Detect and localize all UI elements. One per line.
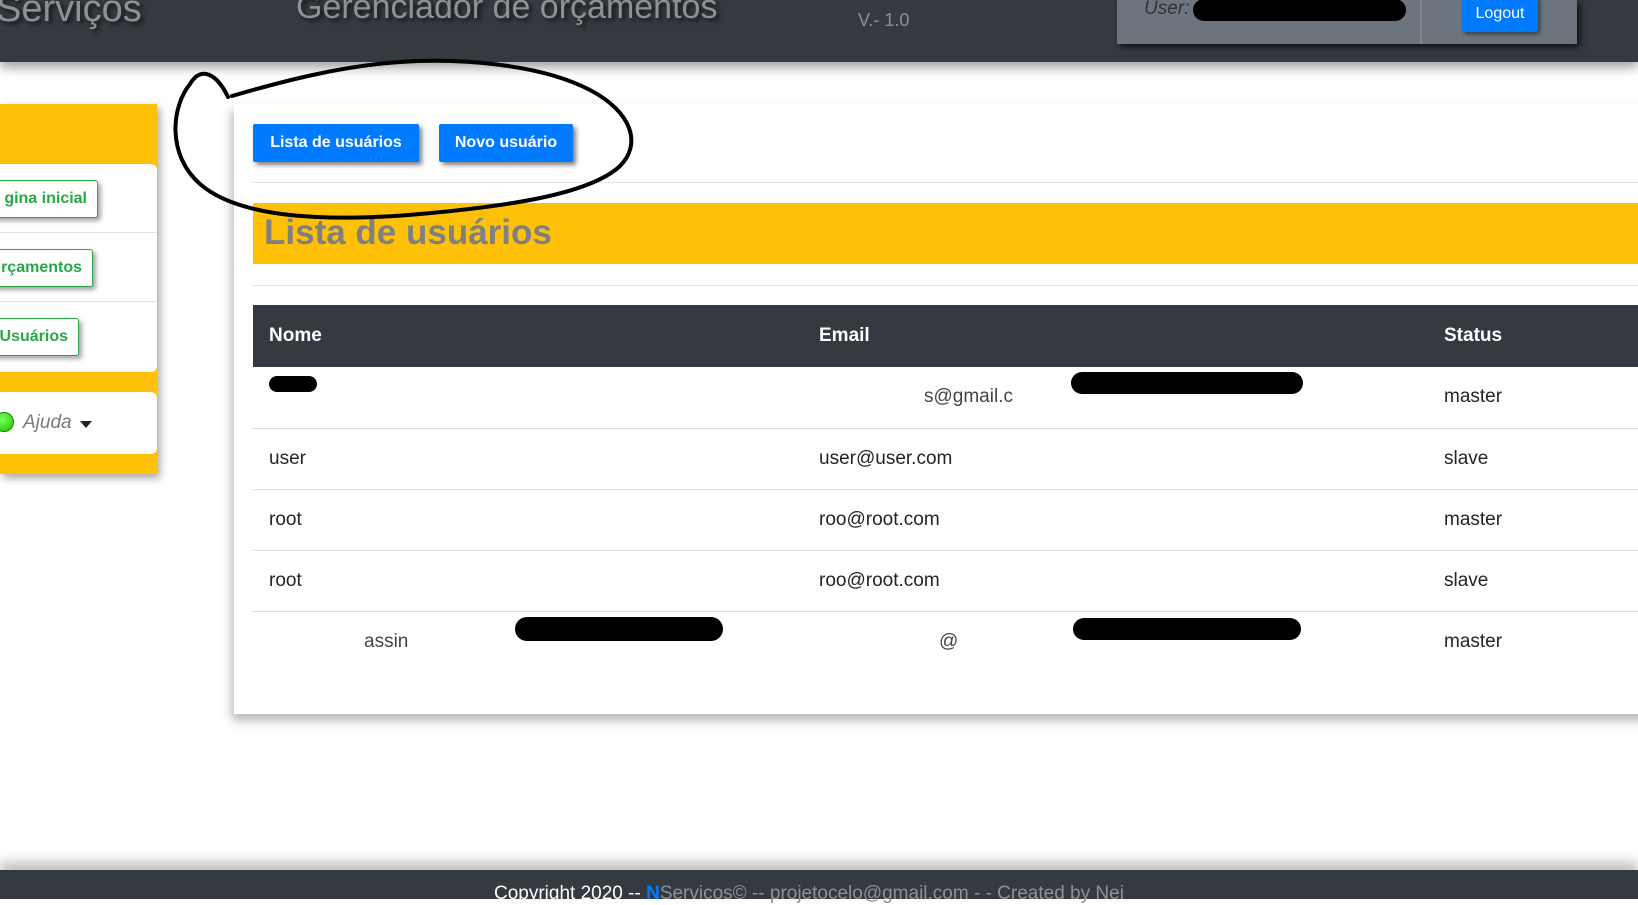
redaction-mark	[1073, 617, 1301, 640]
cell-email: roo@root.com	[805, 550, 1437, 612]
table-row[interactable]: root roo@root.com slave	[253, 550, 1638, 612]
new-user-button[interactable]: Novo usuário	[439, 124, 573, 162]
cell-email: @	[805, 611, 1437, 672]
user-panel-divider	[1420, 0, 1422, 44]
brand-name[interactable]: Serviços	[0, 0, 142, 31]
help-dropdown[interactable]: Ajuda	[0, 392, 157, 454]
cell-email-text: @	[939, 630, 959, 652]
table-row[interactable]: assin @ master	[253, 611, 1638, 672]
sidebar-row-users: Usuários	[0, 302, 157, 371]
cell-email: roo@root.com	[805, 489, 1437, 551]
cell-email: s@gmail.c	[805, 367, 1437, 429]
cell-status: slave	[1437, 428, 1638, 490]
sidebar-item-home[interactable]: gina inicial	[0, 180, 98, 218]
redacted-username	[1193, 0, 1406, 21]
footer-prefix: Copyright 2020 --	[494, 883, 647, 904]
cell-nome-text: assin	[364, 630, 409, 652]
cell-nome: root	[253, 489, 805, 551]
user-list-button[interactable]: Lista de usuários	[253, 124, 419, 162]
redaction-mark	[515, 616, 723, 641]
table-row[interactable]: user user@user.com slave	[253, 428, 1638, 490]
top-navbar: Serviços Gerenciador de orçamentos V.- 1…	[0, 0, 1638, 62]
main-content-card: Lista de usuários Novo usuário Lista de …	[234, 104, 1638, 714]
user-panel: User: Logout	[1117, 0, 1577, 44]
footer: Copyright 2020 -- NServicos© -- projetoc…	[0, 870, 1638, 904]
table-row[interactable]: s@gmail.c master	[253, 367, 1638, 429]
divider	[252, 285, 1638, 286]
divider	[252, 182, 1638, 183]
help-label: Ajuda	[23, 412, 72, 433]
sidebar-menu: gina inicial rçamentos Usuários	[0, 164, 157, 372]
footer-text: Copyright 2020 -- NServicos© -- projetoc…	[494, 883, 1124, 905]
cell-status: master	[1437, 489, 1638, 551]
column-header-email[interactable]: Email	[805, 305, 1437, 367]
footer-brand-initial: N	[646, 883, 660, 904]
sidebar-row-home: gina inicial	[0, 164, 157, 233]
cell-status: master	[1437, 367, 1638, 429]
redaction-mark	[269, 376, 317, 393]
user-label: User:	[1144, 0, 1190, 19]
cell-nome: user	[253, 428, 805, 490]
version-label: V.- 1.0	[858, 10, 910, 30]
column-header-status[interactable]: Status	[1437, 305, 1638, 367]
sidebar-row-budgets: rçamentos	[0, 233, 157, 302]
sidebar-item-budgets[interactable]: rçamentos	[0, 249, 93, 287]
table-row[interactable]: root roo@root.com master	[253, 489, 1638, 551]
cell-email-text: s@gmail.c	[924, 386, 1013, 408]
column-header-nome[interactable]: Nome	[253, 305, 805, 367]
cell-nome: assin	[253, 611, 805, 672]
app-title: Gerenciador de orçamentos	[296, 0, 718, 26]
caret-down-icon	[80, 421, 92, 428]
sidebar-item-users[interactable]: Usuários	[0, 318, 79, 356]
users-table: Nome Email Status s@gmail.c master user …	[253, 305, 1638, 672]
cell-email: user@user.com	[805, 428, 1437, 490]
cell-nome: root	[253, 550, 805, 612]
section-header: Lista de usuários	[253, 203, 1638, 264]
cell-status: slave	[1437, 550, 1638, 612]
redaction-mark	[1071, 372, 1303, 395]
footer-rest: Servicos© -- projetocelo@gmail.com - - C…	[659, 883, 1124, 904]
sidebar: gina inicial rçamentos Usuários Ajuda	[0, 104, 157, 474]
logout-button[interactable]: Logout	[1462, 0, 1538, 32]
status-online-icon	[0, 412, 14, 432]
table-header-row: Nome Email Status	[253, 305, 1638, 367]
section-title: Lista de usuários	[264, 213, 552, 252]
cell-nome	[253, 367, 805, 429]
cell-status: master	[1444, 630, 1503, 652]
